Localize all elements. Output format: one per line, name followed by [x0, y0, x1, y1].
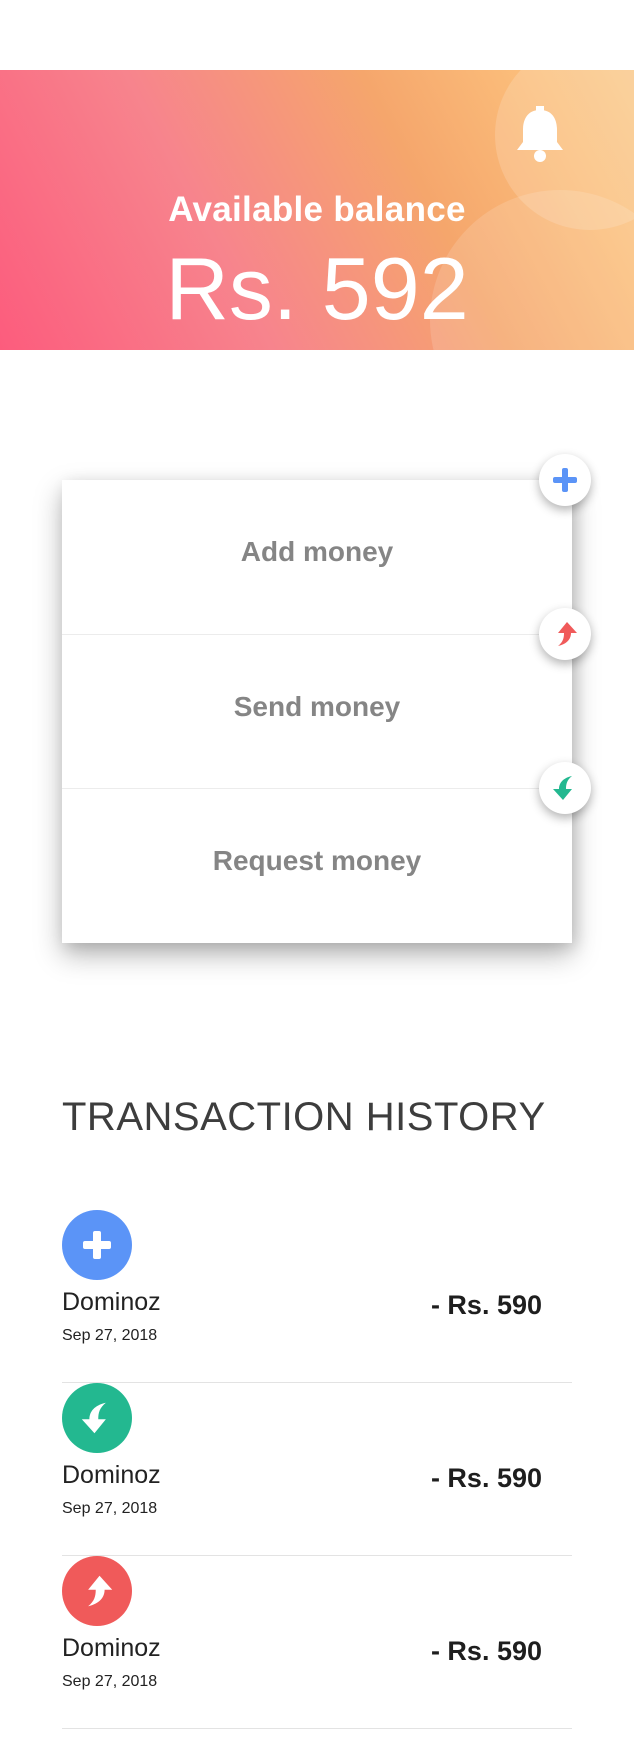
balance-amount: Rs. 592: [165, 239, 469, 338]
send-money-fab[interactable]: [539, 608, 591, 660]
plus-icon: [553, 468, 577, 492]
add-money-label: Add money: [240, 536, 394, 567]
send-money-label: Send money: [233, 691, 401, 722]
actions-card: Add money Send money Request money: [62, 454, 591, 943]
request-money-fab[interactable]: [539, 762, 591, 814]
add-money-fab[interactable]: [539, 454, 591, 506]
balance-label: Available balance: [168, 190, 466, 229]
arrow-up-icon: [62, 1556, 132, 1626]
transaction-history-title: TRANSACTION HISTORY: [62, 1095, 546, 1139]
send-money-button[interactable]: Send money: [62, 634, 572, 789]
transaction-date: Sep 27, 2018: [62, 1673, 158, 1690]
transaction-date: Sep 27, 2018: [62, 1327, 158, 1344]
arrow-up-icon: [558, 622, 577, 646]
plus-icon: [62, 1210, 132, 1280]
request-money-button[interactable]: Request money: [62, 788, 572, 943]
transaction-item[interactable]: Dominoz Sep 27, 2018 - Rs. 590: [62, 1383, 572, 1556]
transaction-amount: - Rs. 590: [430, 1290, 542, 1320]
transaction-date: Sep 27, 2018: [62, 1500, 158, 1517]
bell-icon[interactable]: [505, 98, 575, 168]
arrow-down-icon: [553, 776, 572, 800]
add-money-button[interactable]: Add money: [62, 480, 572, 634]
transaction-amount: - Rs. 590: [430, 1636, 542, 1666]
transaction-item[interactable]: Dominoz Sep 27, 2018 - Rs. 590: [62, 1556, 572, 1729]
transaction-name: Dominoz: [62, 1634, 161, 1662]
transaction-name: Dominoz: [62, 1288, 161, 1316]
transaction-name: Dominoz: [62, 1461, 161, 1489]
balance-banner: Available balance Rs. 592: [0, 70, 634, 350]
arrow-down-icon: [62, 1383, 132, 1453]
transaction-amount: - Rs. 590: [430, 1463, 542, 1493]
transaction-item[interactable]: Dominoz Sep 27, 2018 - Rs. 590: [62, 1210, 572, 1383]
request-money-label: Request money: [212, 845, 422, 876]
